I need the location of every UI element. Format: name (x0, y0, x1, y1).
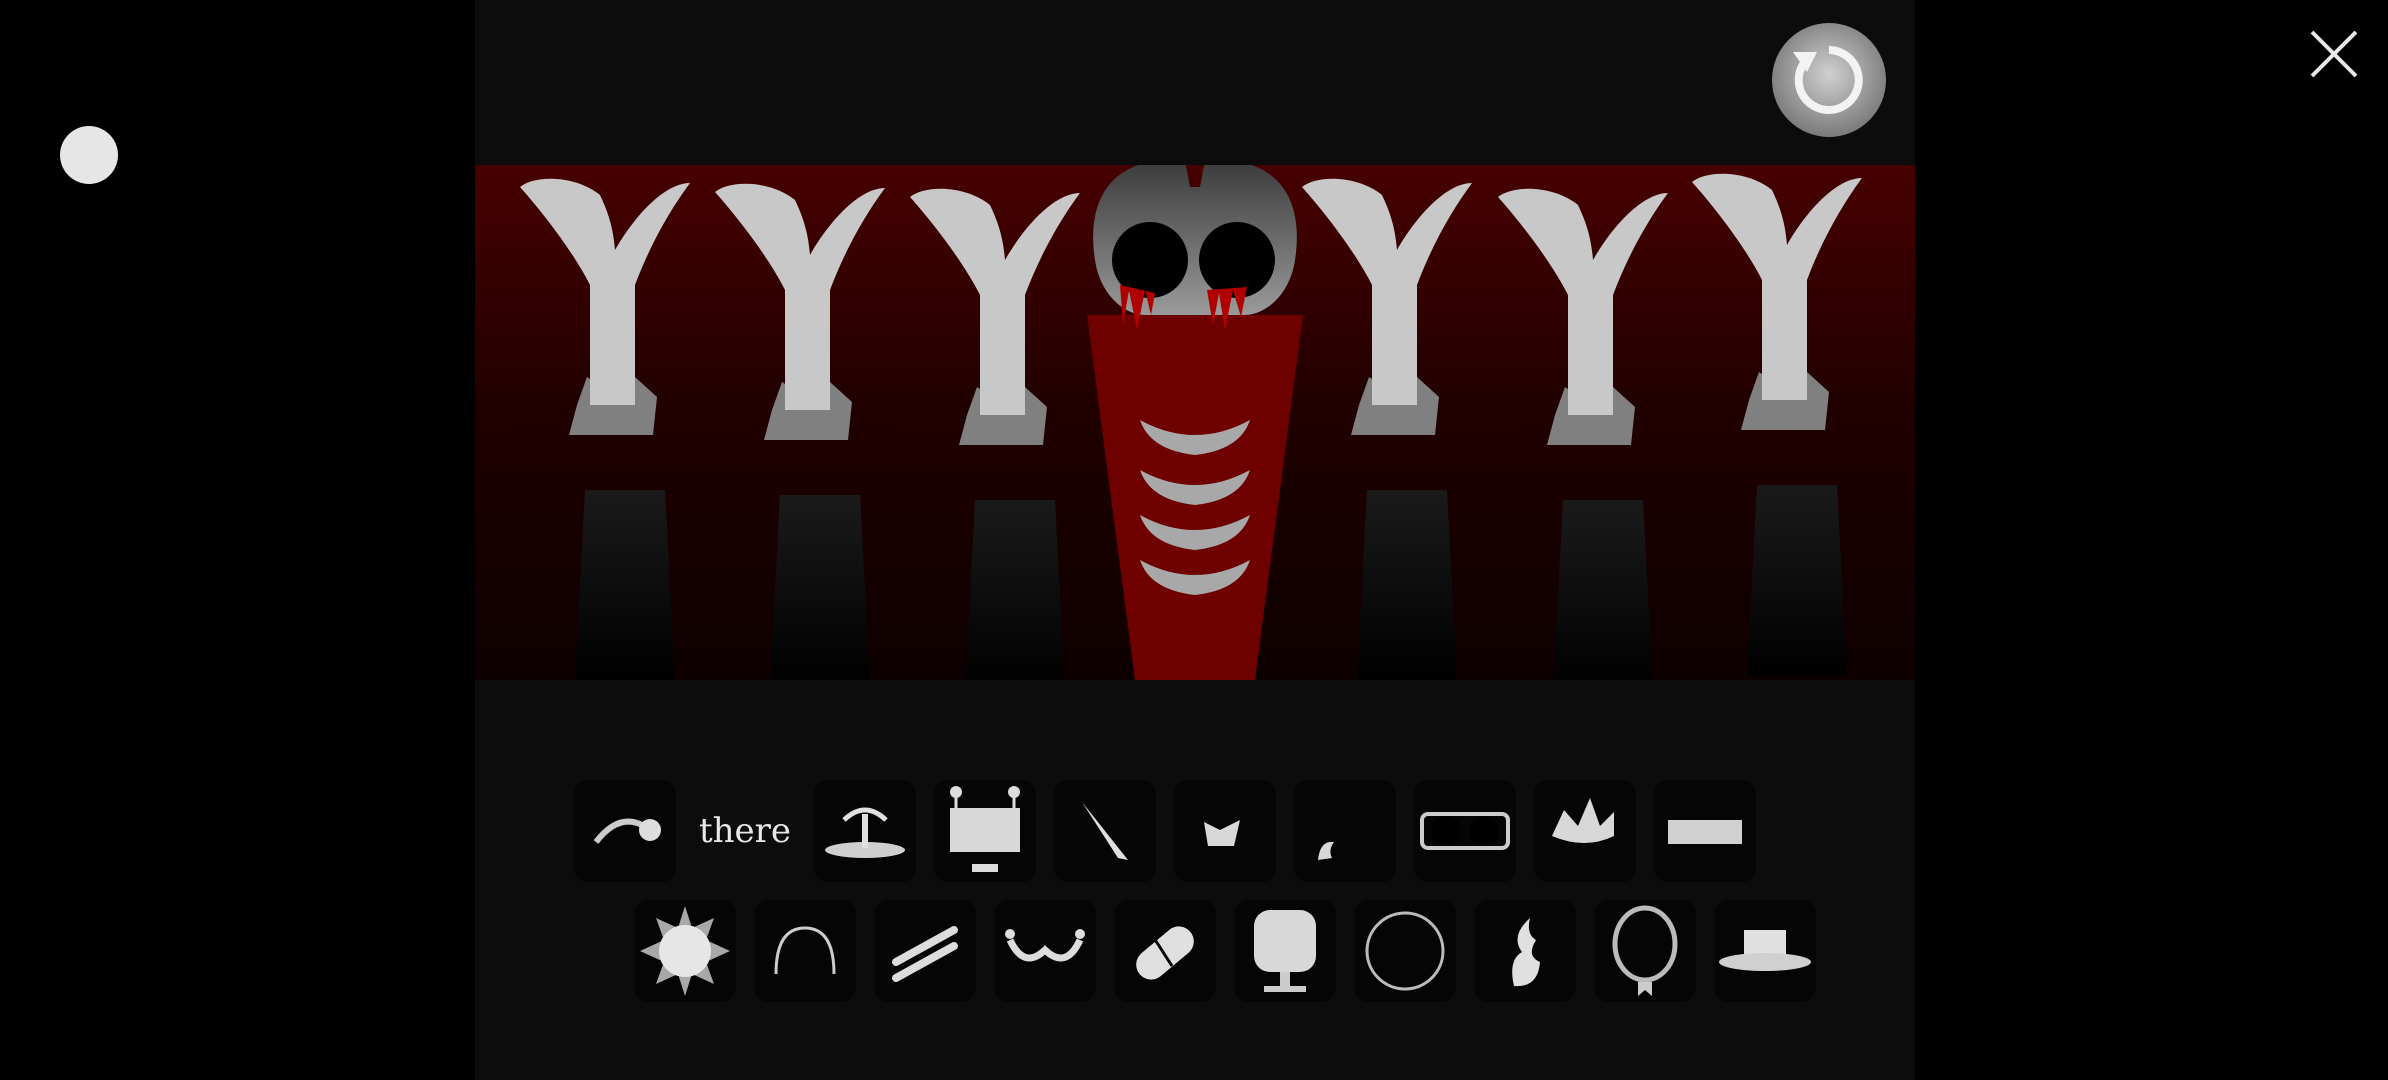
reset-button[interactable] (1771, 22, 1887, 138)
palette-item-spiked-ball[interactable] (634, 900, 736, 1002)
palette-item-arch[interactable] (754, 900, 856, 1002)
palette-item-word-label: there (698, 811, 792, 851)
character-5[interactable] (1302, 178, 1472, 680)
palette-item-bird[interactable] (1174, 780, 1276, 882)
character-2[interactable] (715, 183, 885, 680)
medal-icon (1612, 905, 1678, 996)
arch-icon (774, 926, 836, 975)
blade-icon (1082, 802, 1128, 860)
curve-arrow-icon (593, 818, 661, 844)
bird-icon (1204, 820, 1240, 846)
refresh-icon (1772, 23, 1886, 137)
hat-icon (1719, 930, 1811, 971)
close-button[interactable] (2306, 26, 2362, 82)
flame-icon (1512, 918, 1540, 987)
palette-item-fountain[interactable] (814, 780, 916, 882)
character-1[interactable] (520, 178, 690, 680)
mustache-icon (1005, 929, 1085, 962)
pill-icon (1136, 926, 1194, 980)
character-4[interactable] (1087, 165, 1303, 680)
close-icon (2310, 30, 2358, 78)
palette-item-hat[interactable] (1714, 900, 1816, 1002)
tv-screen-icon (1254, 910, 1316, 992)
monitor-antenna-icon (950, 786, 1020, 872)
palette-item-double-slash[interactable] (874, 900, 976, 1002)
palette-item-monitor-antenna[interactable] (934, 780, 1036, 882)
crown-icon (1552, 798, 1614, 843)
palette-item-hook[interactable] (1294, 780, 1396, 882)
palette-item-crown[interactable] (1534, 780, 1636, 882)
palette-item-blade[interactable] (1054, 780, 1156, 882)
palette-item-pill[interactable] (1114, 900, 1216, 1002)
palette-item-goggles[interactable] (1414, 780, 1516, 882)
palette-item-flame[interactable] (1474, 900, 1576, 1002)
palette-row-1: there (574, 780, 1756, 882)
palette-item-curve-arrow[interactable] (574, 780, 676, 882)
ring-icon (1365, 911, 1445, 991)
palette-item-medal[interactable] (1594, 900, 1696, 1002)
bar-icon (1668, 820, 1742, 844)
double-slash-icon (892, 926, 958, 982)
palette-item-bar[interactable] (1654, 780, 1756, 882)
character-7[interactable] (1692, 173, 1862, 676)
goggles-icon (1420, 812, 1510, 850)
palette-item-tv-screen[interactable] (1234, 900, 1336, 1002)
character-3[interactable] (910, 188, 1080, 680)
palette-item-mustache[interactable] (994, 900, 1096, 1002)
game-stage: there (475, 0, 1915, 1080)
fountain-icon (825, 807, 905, 858)
character-6[interactable] (1498, 188, 1668, 680)
spiked-ball-icon (640, 906, 730, 996)
character-scene (475, 165, 1915, 680)
palette-item-ring[interactable] (1354, 900, 1456, 1002)
palette-item-word[interactable]: there (694, 780, 796, 882)
circle-indicator-icon (60, 126, 118, 184)
hook-icon (1318, 841, 1334, 860)
palette-row-2 (634, 900, 1816, 1002)
